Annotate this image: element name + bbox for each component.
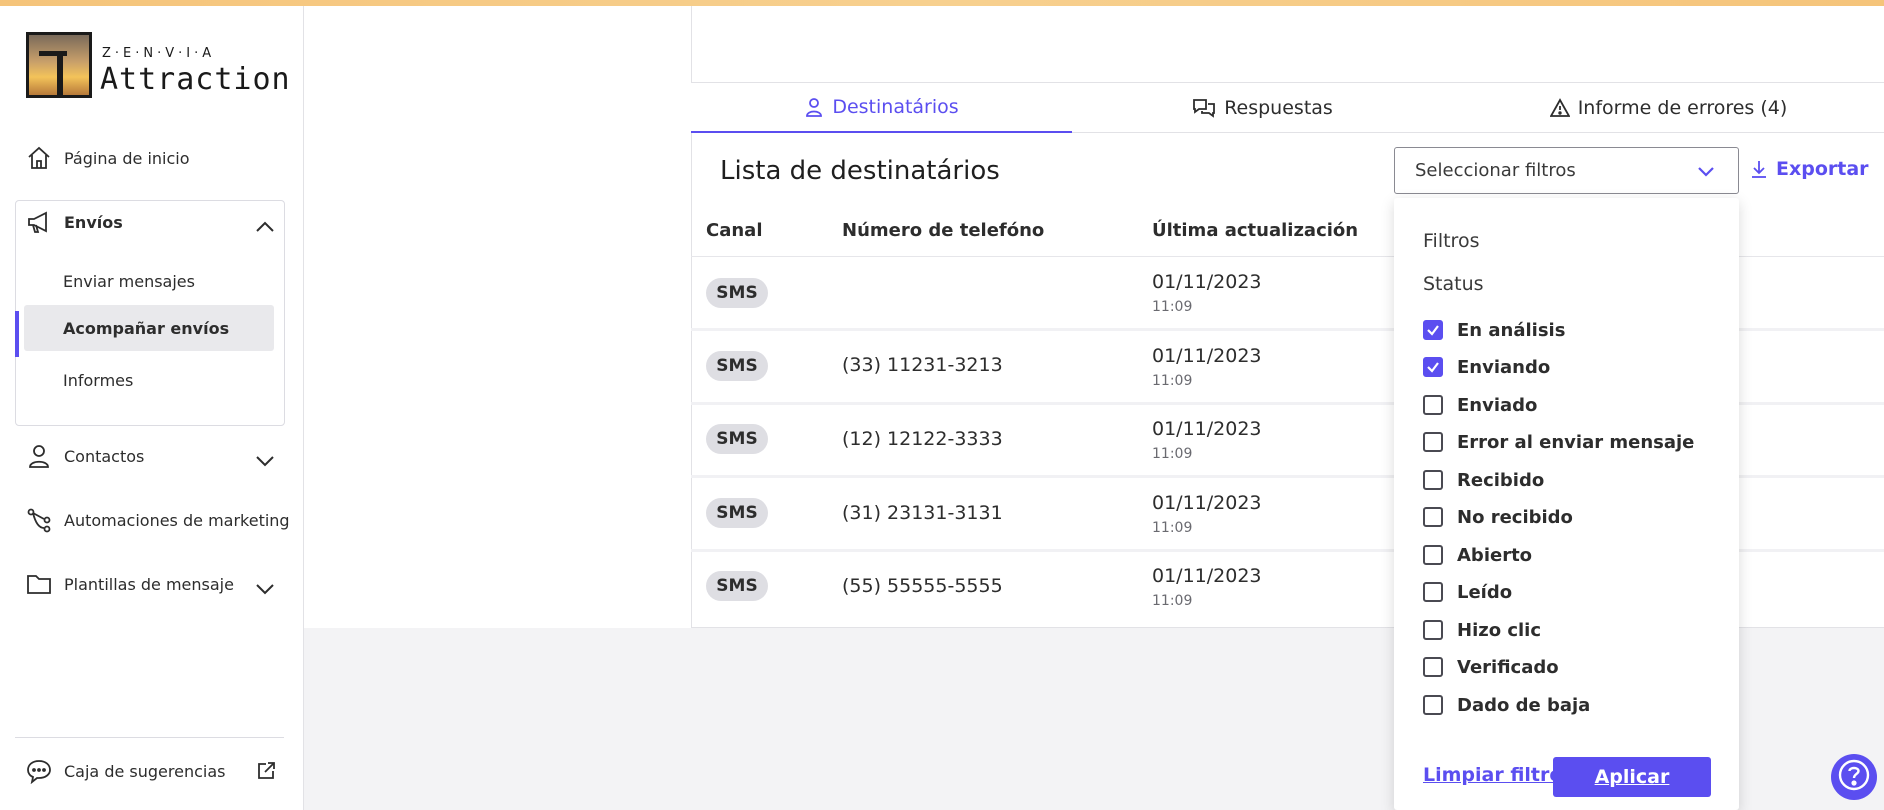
filter-option[interactable]: Recibido [1423,468,1544,492]
checkbox[interactable] [1423,695,1443,715]
checkbox-checked[interactable] [1423,320,1443,340]
sidebar-item-sugerencias[interactable]: Caja de sugerencias [26,754,225,788]
filter-select[interactable]: Seleccionar filtros [1394,147,1739,194]
megaphone-icon [26,209,52,235]
date-cell: 01/11/2023 [1152,418,1262,440]
clear-filters-link[interactable]: Limpiar filtros [1423,764,1574,786]
filter-dropdown: Filtros Status En análisis Enviando Envi… [1394,198,1739,810]
filter-option[interactable]: Verificado [1423,655,1559,679]
column-header-canal: Canal [706,220,763,241]
time-cell: 11:09 [1152,593,1193,609]
export-button[interactable]: Exportar [1750,158,1869,180]
phone-cell: (55) 55555-5555 [842,575,1003,597]
warning-icon [1549,98,1570,118]
date-cell: 01/11/2023 [1152,345,1262,367]
user-icon [26,443,52,469]
sidebar-subitem-acompanar[interactable]: Acompañar envíos [24,305,274,351]
sidebar-item-label: Caja de sugerencias [64,761,226,781]
filter-option[interactable]: No recibido [1423,505,1573,529]
checkbox[interactable] [1423,620,1443,640]
sidebar-item-automaciones[interactable]: Automaciones de marketing [26,503,290,537]
checkbox[interactable] [1423,432,1443,452]
checkbox[interactable] [1423,657,1443,677]
filter-select-value: Seleccionar filtros [1415,160,1576,181]
external-link-icon[interactable] [256,761,278,783]
channel-badge: SMS [706,278,768,308]
phone-cell: (31) 23131-3131 [842,502,1003,524]
sidebar: Z·E·N·V·I·A Attraction Página de inicio … [0,6,304,810]
checkbox[interactable] [1423,582,1443,602]
sidebar-item-home[interactable]: Página de inicio [26,141,190,175]
sidebar-item-plantillas[interactable]: Plantillas de mensaje [26,567,234,601]
help-icon [1837,758,1871,796]
sidebar-item-label: Contactos [64,446,145,466]
sidebar-item-label: Envíos [64,212,123,232]
date-cell: 01/11/2023 [1152,565,1262,587]
tab-bar: Destinatários Respuestas Informe de erro… [691,82,1884,133]
filter-option[interactable]: En análisis [1423,318,1565,342]
brand-logo[interactable]: Z·E·N·V·I·A Attraction [26,32,290,102]
checkbox[interactable] [1423,395,1443,415]
chat-icon [1192,98,1216,118]
page-title: Lista de destinatários [720,156,1000,186]
time-cell: 11:09 [1152,299,1193,315]
apply-button[interactable]: Aplicar [1553,757,1711,797]
user-icon [804,97,824,117]
filter-section-label: Status [1423,273,1484,295]
tab-destinatarios[interactable]: Destinatários [691,83,1072,133]
folder-icon [26,571,52,597]
download-icon [1750,159,1768,179]
filter-option[interactable]: Abierto [1423,543,1532,567]
channel-badge: SMS [706,571,768,601]
filter-option[interactable]: Error al enviar mensaje [1423,430,1694,454]
time-cell: 11:09 [1152,373,1193,389]
checkbox[interactable] [1423,507,1443,527]
time-cell: 11:09 [1152,520,1193,536]
brand-name: Attraction [100,62,291,97]
filter-option[interactable]: Hizo clic [1423,618,1541,642]
brand-top-label: Z·E·N·V·I·A [102,46,216,61]
phone-cell: (33) 11231-3213 [842,354,1003,376]
tab-informe-errores[interactable]: Informe de errores (4) [1453,83,1884,133]
column-header-actualizacion: Última actualización [1152,220,1359,241]
filter-option[interactable]: Leído [1423,580,1512,604]
filter-title: Filtros [1423,230,1480,252]
tab-respuestas[interactable]: Respuestas [1072,83,1453,133]
logo-icon [26,32,92,98]
checkbox[interactable] [1423,545,1443,565]
phone-cell: (12) 12122-3333 [842,428,1003,450]
checkbox-checked[interactable] [1423,357,1443,377]
filter-option[interactable]: Enviado [1423,393,1537,417]
home-icon [26,145,52,171]
date-cell: 01/11/2023 [1152,271,1262,293]
help-button[interactable] [1831,754,1877,800]
checkbox[interactable] [1423,470,1443,490]
channel-badge: SMS [706,351,768,381]
time-cell: 11:09 [1152,446,1193,462]
sidebar-item-label: Página de inicio [64,148,190,168]
content-left-blank [304,6,691,628]
workflow-icon [26,507,52,533]
column-header-telefono: Número de telefóno [842,220,1045,241]
filter-option[interactable]: Enviando [1423,355,1550,379]
sidebar-item-label: Plantillas de mensaje [64,574,234,594]
chevron-down-icon [1696,161,1716,186]
chat-bubble-icon [26,758,52,784]
filter-option[interactable]: Dado de baja [1423,693,1590,717]
channel-badge: SMS [706,424,768,454]
sidebar-item-envios[interactable]: Envíos [26,205,123,239]
chevron-down-icon[interactable] [254,450,276,472]
sidebar-divider [15,737,284,738]
channel-badge: SMS [706,498,768,528]
sidebar-item-contactos[interactable]: Contactos [26,439,144,473]
chevron-down-icon[interactable] [254,578,276,600]
date-cell: 01/11/2023 [1152,492,1262,514]
sidebar-subitem-informes[interactable]: Informes [24,357,274,403]
active-indicator [15,311,19,357]
sidebar-item-label: Automaciones de marketing [64,510,290,530]
chevron-up-icon[interactable] [254,216,276,238]
sidebar-subitem-enviar[interactable]: Enviar mensajes [24,258,274,304]
